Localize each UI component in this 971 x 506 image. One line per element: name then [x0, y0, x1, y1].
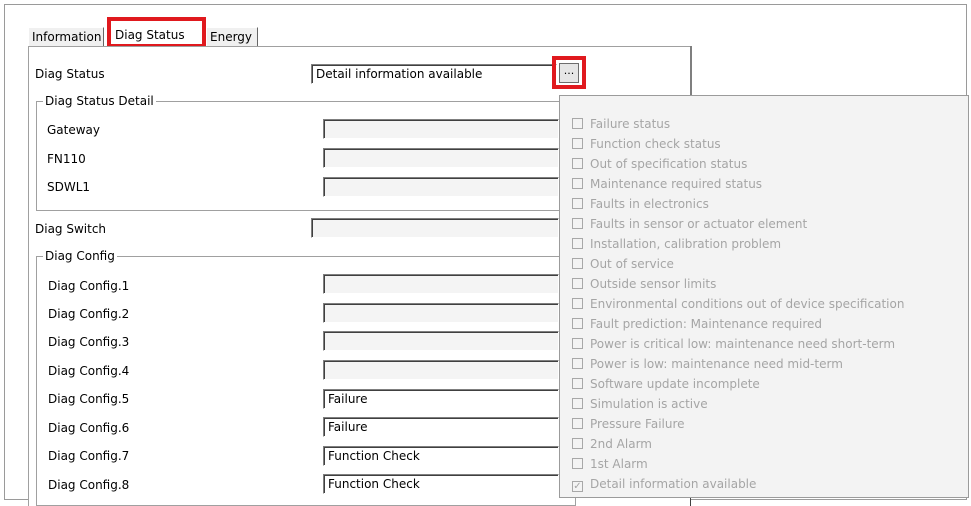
config-field-2[interactable] [323, 303, 559, 323]
checkbox-icon[interactable] [572, 218, 583, 229]
detail-option[interactable]: Out of specification status [572, 154, 747, 174]
detail-option[interactable]: Failure status [572, 114, 670, 134]
checkbox-icon[interactable] [572, 398, 583, 409]
tab-diag-status[interactable]: Diag Status [111, 24, 205, 45]
detail-option-label: Failure status [590, 117, 671, 131]
checkbox-icon[interactable] [572, 418, 583, 429]
detail-option-label: Function check status [590, 137, 721, 151]
config-field-5[interactable]: Failure [323, 389, 559, 409]
detail-label-sdwl1: SDWL1 [47, 180, 91, 194]
checkbox-icon[interactable] [572, 158, 583, 169]
detail-option-label: Power is critical low: maintenance need … [590, 337, 896, 351]
checkbox-icon[interactable] [572, 378, 583, 389]
detail-option[interactable]: Maintenance required status [572, 174, 762, 194]
detail-option-label: Pressure Failure [590, 417, 685, 431]
checkbox-icon[interactable] [572, 458, 583, 469]
detail-option-label: Installation, calibration problem [590, 237, 782, 251]
diag-switch-field[interactable] [311, 218, 559, 238]
tab-information[interactable]: Information [28, 27, 104, 46]
checkbox-icon[interactable] [572, 178, 583, 189]
config-field-8[interactable]: Function Check [323, 474, 559, 494]
config-label-7: Diag Config.7 [48, 449, 130, 463]
detail-option-label: Out of specification status [590, 157, 748, 171]
detail-label-fn110: FN110 [47, 152, 86, 166]
diag-status-field[interactable]: Detail information available [311, 64, 557, 84]
detail-option-label: Environmental conditions out of device s… [590, 297, 905, 311]
checkbox-checked-icon[interactable]: ✓ [572, 481, 583, 492]
config-label-3: Diag Config.3 [48, 335, 130, 349]
detail-option[interactable]: ✓ Detail information available [572, 474, 756, 494]
detail-field-fn110[interactable] [323, 148, 559, 168]
detail-option-label: Outside sensor limits [590, 277, 717, 291]
detail-option[interactable]: Fault prediction: Maintenance required [572, 314, 822, 334]
detail-option-label: 2nd Alarm [590, 437, 652, 451]
diag-status-label: Diag Status [35, 67, 105, 81]
detail-option[interactable]: Out of service [572, 254, 674, 274]
checkbox-icon[interactable] [572, 438, 583, 449]
detail-option-label: Detail information available [590, 477, 757, 491]
diag-switch-label: Diag Switch [35, 222, 107, 236]
detail-option-label: 1st Alarm [590, 457, 648, 471]
detail-option-label: Faults in electronics [590, 197, 709, 211]
detail-option[interactable]: Environmental conditions out of device s… [572, 294, 904, 314]
config-field-4[interactable] [323, 360, 559, 380]
config-field-1[interactable] [323, 274, 559, 294]
config-label-6: Diag Config.6 [48, 421, 130, 435]
detail-label-gateway: Gateway [47, 123, 101, 137]
checkbox-icon[interactable] [572, 258, 583, 269]
checkbox-icon[interactable] [572, 318, 583, 329]
config-label-5: Diag Config.5 [48, 392, 130, 406]
diag-status-detail-title: Diag Status Detail [43, 94, 156, 108]
detail-option[interactable]: 2nd Alarm [572, 434, 652, 454]
config-field-6[interactable]: Failure [323, 417, 559, 437]
detail-option[interactable]: Power is critical low: maintenance need … [572, 334, 895, 354]
detail-option[interactable]: Simulation is active [572, 394, 708, 414]
detail-option[interactable]: Power is low: maintenance need mid-term [572, 354, 843, 374]
detail-field-sdwl1[interactable] [323, 177, 559, 197]
config-label-2: Diag Config.2 [48, 307, 130, 321]
checkbox-icon[interactable] [572, 118, 583, 129]
detail-field-gateway[interactable] [323, 119, 559, 139]
detail-option[interactable]: Function check status [572, 134, 721, 154]
checkbox-icon[interactable] [572, 358, 583, 369]
tab-energy[interactable]: Energy [206, 27, 258, 46]
checkbox-icon[interactable] [572, 238, 583, 249]
detail-option[interactable]: Pressure Failure [572, 414, 685, 434]
detail-option[interactable]: Software update incomplete [572, 374, 760, 394]
detail-option[interactable]: 1st Alarm [572, 454, 648, 474]
detail-option-label: Software update incomplete [590, 377, 760, 391]
detail-option[interactable]: Faults in electronics [572, 194, 709, 214]
detail-option-label: Maintenance required status [590, 177, 763, 191]
config-label-4: Diag Config.4 [48, 364, 130, 378]
detail-option[interactable]: Outside sensor limits [572, 274, 716, 294]
checkbox-icon[interactable] [572, 298, 583, 309]
checkbox-icon[interactable] [572, 338, 583, 349]
diag-detail-dropdown: Failure status Function check status Out… [559, 95, 969, 498]
panel-separator [690, 46, 692, 96]
detail-option-label: Faults in sensor or actuator element [590, 217, 808, 231]
checkbox-icon[interactable] [572, 198, 583, 209]
config-label-8: Diag Config.8 [48, 478, 130, 492]
diag-status-detail-button[interactable]: ... [559, 63, 579, 83]
config-label-1: Diag Config.1 [48, 279, 130, 293]
checkbox-icon[interactable] [572, 278, 583, 289]
detail-option-label: Power is low: maintenance need mid-term [590, 357, 843, 371]
config-field-3[interactable] [323, 331, 559, 351]
detail-option[interactable]: Faults in sensor or actuator element [572, 214, 807, 234]
detail-option[interactable]: Installation, calibration problem [572, 234, 781, 254]
detail-option-label: Simulation is active [590, 397, 708, 411]
config-field-7[interactable]: Function Check [323, 446, 559, 466]
checkbox-icon[interactable] [572, 138, 583, 149]
detail-option-label: Fault prediction: Maintenance required [590, 317, 823, 331]
detail-option-label: Out of service [590, 257, 674, 271]
diag-config-title: Diag Config [43, 249, 117, 263]
